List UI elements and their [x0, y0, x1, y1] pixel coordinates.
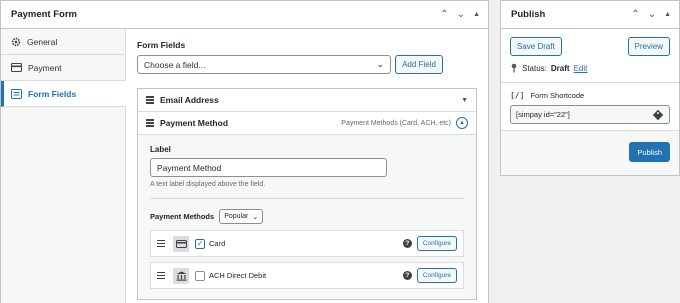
status-label: Status: — [522, 63, 547, 73]
configure-button[interactable]: Configure — [416, 268, 457, 283]
drag-handle-icon[interactable] — [146, 96, 154, 104]
tab-general[interactable]: General — [1, 29, 125, 55]
form-fields-heading: Form Fields — [137, 40, 186, 50]
tab-form-fields[interactable]: Form Fields — [1, 81, 126, 107]
method-row-ach: ACH Direct Debit ? Configure — [150, 262, 464, 289]
preview-button[interactable]: Preview — [627, 37, 670, 56]
form-fields-content: Form Fields Choose a field... ⌄ Add Fiel… — [126, 29, 488, 303]
card-checkbox[interactable]: ✓ — [195, 238, 205, 249]
save-draft-button[interactable]: Save Draft — [510, 37, 562, 56]
publish-panel: Publish ⌃ ⌄ ▲ Save Draft Preview Status:… — [500, 0, 680, 176]
help-icon[interactable]: ? — [402, 271, 412, 280]
copy-tag-icon[interactable] — [652, 109, 664, 121]
drag-handle-icon[interactable] — [146, 119, 154, 127]
move-down-icon[interactable]: ⌄ — [648, 9, 656, 20]
shortcode-field[interactable]: [simpay id="22"] — [510, 105, 670, 124]
expand-icon[interactable]: ▼ — [461, 97, 468, 104]
publish-button[interactable]: Publish — [629, 142, 670, 162]
payment-method-settings: Label Payment Method A text label displa… — [138, 135, 476, 299]
move-up-icon[interactable]: ⌃ — [440, 9, 448, 20]
label-help-text: A text label displayed above the field. — [150, 181, 266, 188]
chevron-down-icon: ⌄ — [376, 59, 384, 69]
fields-list: Email Address ▼ Payment Method Payment M… — [137, 88, 477, 300]
toggle-panel-icon[interactable]: ▲ — [473, 10, 480, 20]
add-field-button[interactable]: Add Field — [395, 55, 443, 74]
choose-field-value: Choose a field... — [144, 59, 206, 70]
payment-methods-filter[interactable]: Popular ⌄ — [219, 209, 264, 224]
panel-title: Publish — [511, 9, 546, 20]
field-row-email[interactable]: Email Address ▼ — [138, 89, 476, 112]
panel-title: Payment Form — [11, 9, 77, 20]
pin-icon — [511, 63, 517, 73]
post-status: Status: Draft Edit — [510, 63, 670, 73]
tab-general-label: General — [27, 36, 58, 47]
gear-icon — [11, 37, 21, 46]
field-title: Email Address — [160, 95, 219, 105]
tab-list: General Payment Form Fields — [1, 29, 126, 303]
shortcode-icon: [/] — [510, 91, 525, 100]
divider — [150, 198, 464, 199]
method-name: ACH Direct Debit — [209, 271, 267, 280]
chevron-down-icon: ⌄ — [252, 213, 259, 221]
help-icon[interactable]: ? — [402, 239, 412, 248]
tab-payment-label: Payment — [28, 62, 62, 73]
drag-handle-icon[interactable] — [157, 239, 165, 248]
move-up-icon[interactable]: ⌃ — [631, 9, 639, 20]
shortcode-label: Form Shortcode — [530, 91, 585, 100]
form-fields-icon — [11, 88, 22, 99]
status-edit-link[interactable]: Edit — [574, 64, 588, 73]
configure-button[interactable]: Configure — [416, 236, 457, 251]
bank-icon — [173, 267, 189, 284]
ach-checkbox[interactable] — [195, 270, 205, 281]
toggle-panel-icon[interactable]: ▲ — [664, 10, 671, 20]
tab-form-fields-label: Form Fields — [28, 88, 77, 99]
publish-footer: Publish — [501, 130, 679, 175]
filter-value: Popular — [224, 213, 249, 220]
divider — [501, 82, 679, 83]
tab-payment[interactable]: Payment — [1, 55, 125, 81]
payment-form-panel: Payment Form ⌃ ⌄ ▲ General Payment Form … — [0, 0, 489, 303]
field-subtitle: Payment Methods (Card, ACH, etc) — [341, 119, 451, 127]
status-value: Draft — [550, 63, 570, 73]
payment-methods-label: Payment Methods — [150, 212, 215, 221]
move-down-icon[interactable]: ⌄ — [457, 9, 465, 20]
collapse-icon[interactable]: ▲ — [456, 117, 468, 129]
method-row-card: ✓ Card ? Configure — [150, 230, 464, 257]
publish-header: Publish ⌃ ⌄ ▲ — [501, 1, 679, 29]
choose-field-select[interactable]: Choose a field... ⌄ — [137, 55, 391, 74]
drag-handle-icon[interactable] — [157, 271, 165, 280]
method-name: Card — [209, 239, 226, 248]
label-heading: Label — [150, 145, 171, 154]
payment-form-header: Payment Form ⌃ ⌄ ▲ — [1, 1, 488, 29]
credit-card-icon — [11, 63, 22, 72]
field-row-payment-method[interactable]: Payment Method Payment Methods (Card, AC… — [138, 112, 476, 135]
field-title: Payment Method — [160, 118, 229, 128]
shortcode-value: [simpay id="22"] — [516, 110, 570, 119]
label-input[interactable]: Payment Method — [150, 158, 387, 177]
credit-card-icon — [173, 235, 189, 252]
